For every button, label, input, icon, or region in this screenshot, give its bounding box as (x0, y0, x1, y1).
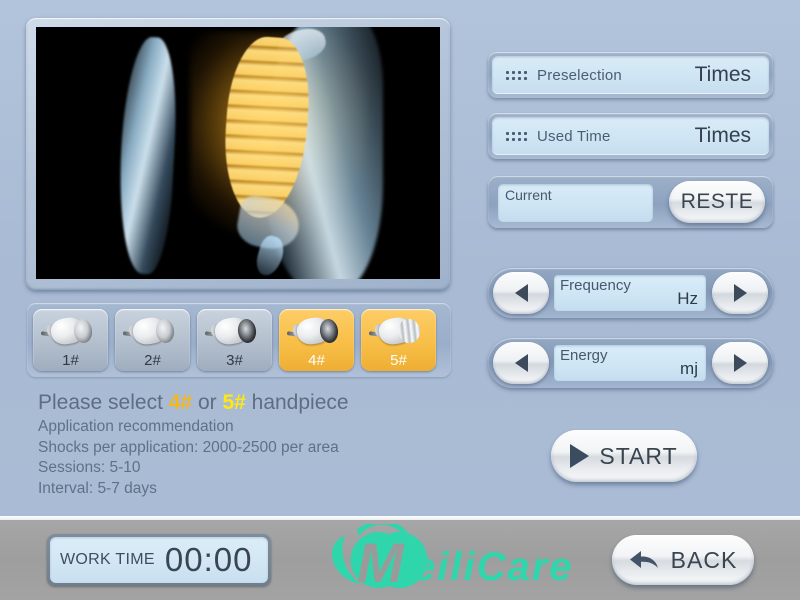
handpiece-label: 4# (308, 352, 325, 369)
energy-stepper: Energy mj (488, 338, 773, 388)
handpiece-button-1[interactable]: 1# (33, 309, 108, 371)
back-button[interactable]: BACK (612, 535, 754, 585)
instruction-line-4: Interval: 5-7 days (38, 480, 157, 498)
frequency-decrease-button[interactable] (493, 272, 549, 314)
used-time-field: Used Time Times (492, 117, 769, 155)
used-time-unit: Times (694, 124, 751, 147)
handpiece-button-4[interactable]: 4# (279, 309, 354, 371)
triangle-right-icon (733, 354, 747, 372)
instruction-block: Please select 4# or 5# handpiece Applica… (38, 390, 468, 500)
anatomy-illustration (36, 27, 440, 279)
handpiece-button-5[interactable]: 5# (361, 309, 436, 371)
frequency-field[interactable]: Frequency Hz (554, 275, 706, 311)
instruction-line-3: Sessions: 5-10 (38, 459, 141, 477)
triangle-left-icon (514, 354, 528, 372)
current-label: Current (505, 187, 552, 203)
instruction-line-2: Shocks per application: 2000-2500 per ar… (38, 438, 339, 456)
energy-unit: mj (680, 359, 698, 378)
handpiece-label: 2# (144, 352, 161, 369)
preselection-label: Preselection (537, 66, 622, 84)
used-time-label: Used Time (537, 127, 611, 145)
preselection-field: Preselection Times (492, 56, 769, 94)
dots-grid-icon (506, 131, 527, 141)
prompt-highlight-4: 4# (168, 391, 193, 414)
meilicare-logo: M eiliCare (305, 524, 585, 596)
handpiece-selector: 1# 2# 3# 4# 5# (27, 303, 451, 377)
handpiece-icon (197, 311, 272, 351)
frequency-stepper: Frequency Hz (488, 268, 773, 318)
handpiece-label: 3# (226, 352, 243, 369)
prompt-prefix: Please select (38, 391, 169, 414)
logo-wordmark: eiliCare (413, 545, 574, 589)
handpiece-icon (361, 311, 436, 351)
work-time-value: 00:00 (164, 541, 253, 578)
work-time-field: WORK TIME 00:00 (50, 537, 268, 583)
current-row: Current RESTE (488, 176, 773, 228)
start-button[interactable]: START (551, 430, 697, 482)
handpiece-icon (33, 311, 108, 351)
start-label: START (599, 442, 678, 469)
image-viewport-frame (26, 18, 450, 290)
logo-letter-m: M (357, 531, 405, 594)
dots-grid-icon (506, 70, 527, 80)
energy-label: Energy (560, 347, 608, 364)
handpiece-prompt: Please select 4# or 5# handpiece (38, 390, 468, 415)
prompt-highlight-5: 5# (222, 391, 246, 414)
handpiece-label: 5# (390, 352, 407, 369)
handpiece-icon (115, 311, 190, 351)
leg-silhouette (114, 35, 180, 276)
back-label: BACK (670, 546, 738, 573)
energy-decrease-button[interactable] (493, 342, 549, 384)
energy-increase-button[interactable] (712, 342, 768, 384)
work-time-display: WORK TIME 00:00 (47, 534, 271, 586)
triangle-right-icon (733, 284, 747, 302)
handpiece-icon (279, 311, 354, 351)
preselection-row: Preselection Times (488, 52, 773, 98)
frequency-label: Frequency (560, 277, 631, 294)
handpiece-label: 1# (62, 352, 79, 369)
energy-field[interactable]: Energy mj (554, 345, 706, 381)
triangle-left-icon (514, 284, 528, 302)
current-input[interactable]: Current (498, 184, 653, 222)
work-time-label: WORK TIME (60, 551, 155, 568)
frequency-increase-button[interactable] (712, 272, 768, 314)
preselection-unit: Times (694, 63, 751, 86)
arrow-left-icon (629, 551, 658, 568)
frequency-unit: Hz (677, 289, 698, 308)
device-screen: Preselection Times Used Time Times Curre… (0, 0, 800, 600)
prompt-suffix: handpiece (245, 391, 349, 414)
play-triangle-icon (570, 444, 590, 468)
instruction-line-1: Application recommendation (38, 418, 234, 436)
handpiece-button-3[interactable]: 3# (197, 309, 272, 371)
handpiece-button-2[interactable]: 2# (115, 309, 190, 371)
used-time-row: Used Time Times (488, 113, 773, 159)
reset-button[interactable]: RESTE (669, 181, 765, 223)
prompt-middle: or (192, 391, 223, 414)
